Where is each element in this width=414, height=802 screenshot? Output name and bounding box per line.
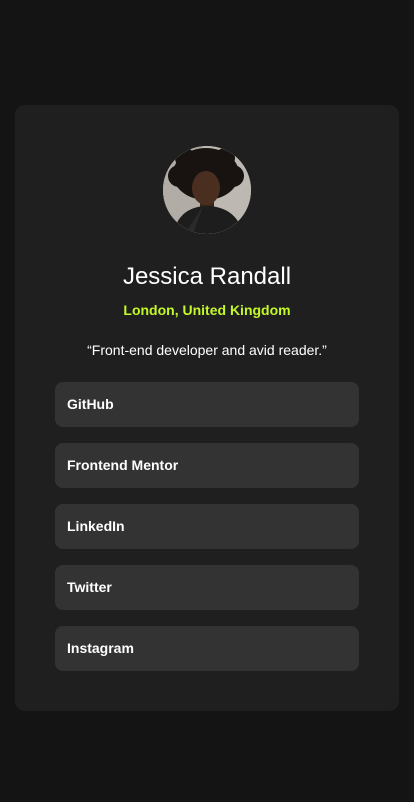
github-link-button[interactable]: GitHub <box>55 382 359 427</box>
avatar-photo <box>163 146 251 234</box>
profile-location: London, United Kingdom <box>123 302 291 318</box>
list-item: Twitter <box>55 565 359 610</box>
list-item: GitHub <box>55 382 359 427</box>
social-links-list: GitHub Frontend Mentor LinkedIn Twitter … <box>55 382 359 687</box>
profile-name: Jessica Randall <box>122 263 292 290</box>
linkedin-link-button[interactable]: LinkedIn <box>55 504 359 549</box>
frontend-mentor-link-button[interactable]: Frontend Mentor <box>55 443 359 488</box>
avatar <box>163 146 251 234</box>
list-item: Frontend Mentor <box>55 443 359 488</box>
profile-bio: “Front-end developer and avid reader.” <box>87 342 327 358</box>
profile-card: Jessica Randall London, United Kingdom “… <box>15 105 399 711</box>
list-item: LinkedIn <box>55 504 359 549</box>
instagram-link-button[interactable]: Instagram <box>55 626 359 671</box>
twitter-link-button[interactable]: Twitter <box>55 565 359 610</box>
list-item: Instagram <box>55 626 359 671</box>
